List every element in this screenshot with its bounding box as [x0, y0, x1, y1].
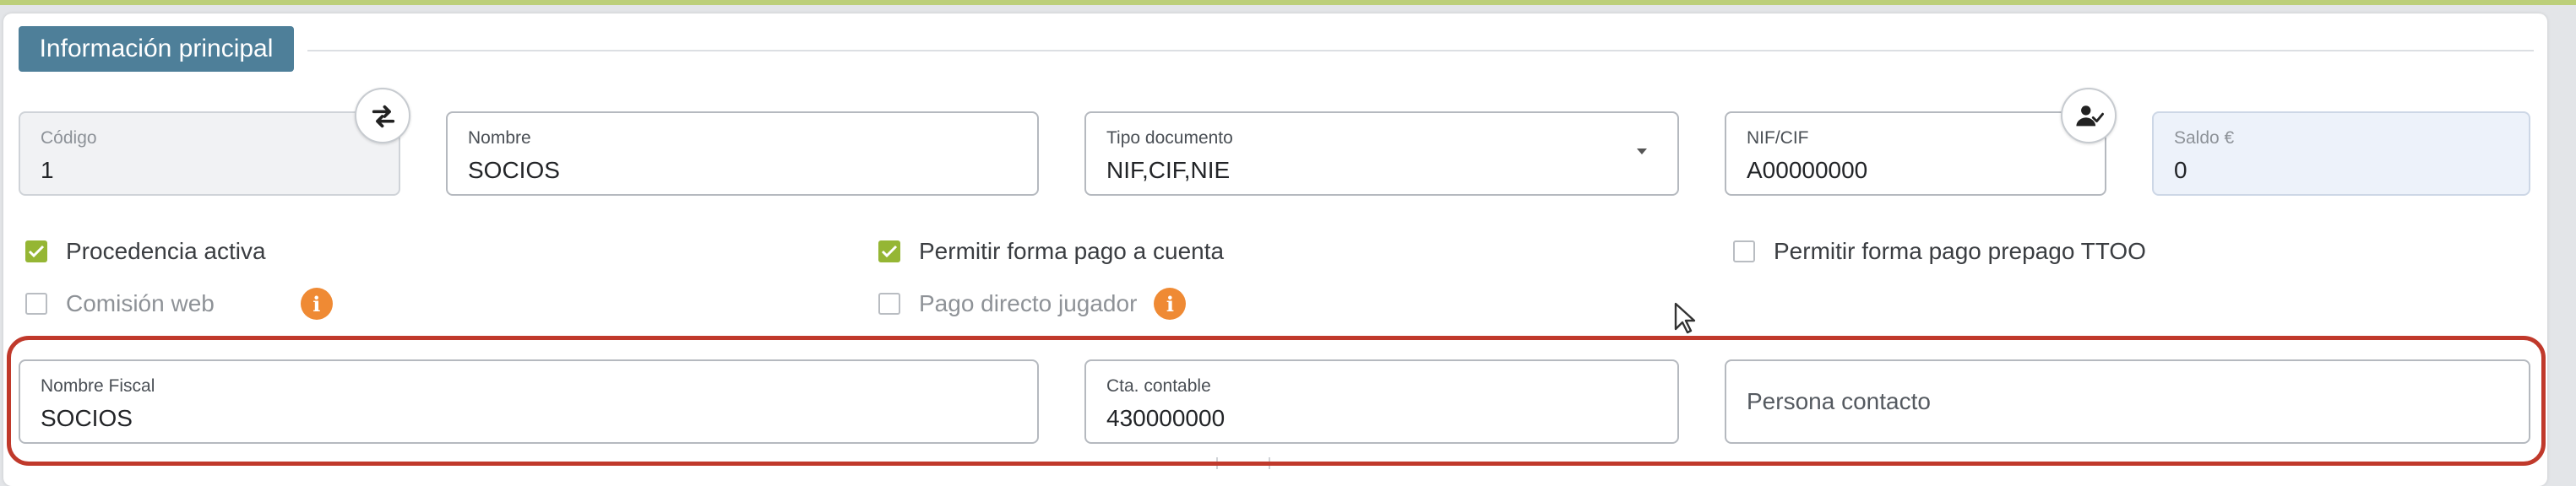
section-title: Información principal: [19, 26, 294, 72]
checkbox-checked[interactable]: [878, 240, 900, 262]
nombre-field[interactable]: Nombre SOCIOS: [446, 111, 1039, 196]
tipo-documento-label: Tipo documento: [1106, 128, 1233, 148]
swap-arrows-icon: [372, 105, 395, 128]
nif-cif-field[interactable]: NIF/CIF A00000000: [1725, 111, 2106, 196]
tipo-documento-value: NIF,CIF,NIE: [1106, 157, 1231, 183]
scrollbar-track[interactable]: [2556, 14, 2576, 469]
info-icon[interactable]: i: [300, 288, 333, 320]
nif-cif-label: NIF/CIF: [1747, 128, 1809, 148]
permitir-pago-prepago-checkbox[interactable]: Permitir forma pago prepago TTOO: [1733, 238, 2146, 265]
chevron-down-icon[interactable]: [1637, 148, 1647, 154]
nif-cif-input[interactable]: A00000000: [1747, 157, 1867, 184]
checkbox-unchecked[interactable]: [878, 293, 900, 315]
codigo-value: 1: [41, 157, 54, 183]
info-icon[interactable]: i: [1154, 288, 1187, 320]
check-icon: [28, 245, 45, 258]
highlight-annotation: [7, 336, 2546, 466]
user-check-icon: [2076, 105, 2104, 127]
saldo-value: 0: [2174, 157, 2187, 183]
comision-web-checkbox[interactable]: Comisión web i: [25, 288, 333, 320]
checkbox-checked[interactable]: [25, 240, 47, 262]
nombre-input[interactable]: SOCIOS: [468, 157, 560, 184]
procedencia-activa-label: Procedencia activa: [66, 238, 266, 264]
check-icon: [881, 245, 898, 258]
mouse-cursor-icon: [1674, 302, 1696, 334]
nombre-label: Nombre: [468, 128, 531, 148]
saldo-label: Saldo €: [2174, 128, 2235, 148]
procedencia-activa-checkbox[interactable]: Procedencia activa: [25, 238, 266, 265]
checkbox-unchecked[interactable]: [25, 293, 47, 315]
pago-directo-jugador-label: Pago directo jugador: [919, 290, 1138, 316]
permitir-pago-cuenta-checkbox[interactable]: Permitir forma pago a cuenta: [878, 238, 1224, 265]
codigo-field: Código 1: [19, 111, 400, 196]
codigo-label: Código: [41, 128, 97, 148]
comision-web-label: Comisión web: [66, 290, 215, 316]
tipo-documento-select[interactable]: Tipo documento NIF,CIF,NIE: [1084, 111, 1679, 196]
section-divider: [307, 50, 2534, 51]
permitir-pago-prepago-label: Permitir forma pago prepago TTOO: [1774, 238, 2146, 264]
pago-directo-jugador-checkbox[interactable]: Pago directo jugador i: [878, 288, 1187, 320]
permitir-pago-cuenta-label: Permitir forma pago a cuenta: [919, 238, 1225, 264]
saldo-field: Saldo € 0: [2152, 111, 2530, 196]
checkbox-unchecked[interactable]: [1733, 240, 1755, 262]
verify-nif-button[interactable]: [2061, 88, 2117, 143]
swap-button[interactable]: [355, 88, 410, 143]
top-accent-bar: [0, 0, 2576, 5]
